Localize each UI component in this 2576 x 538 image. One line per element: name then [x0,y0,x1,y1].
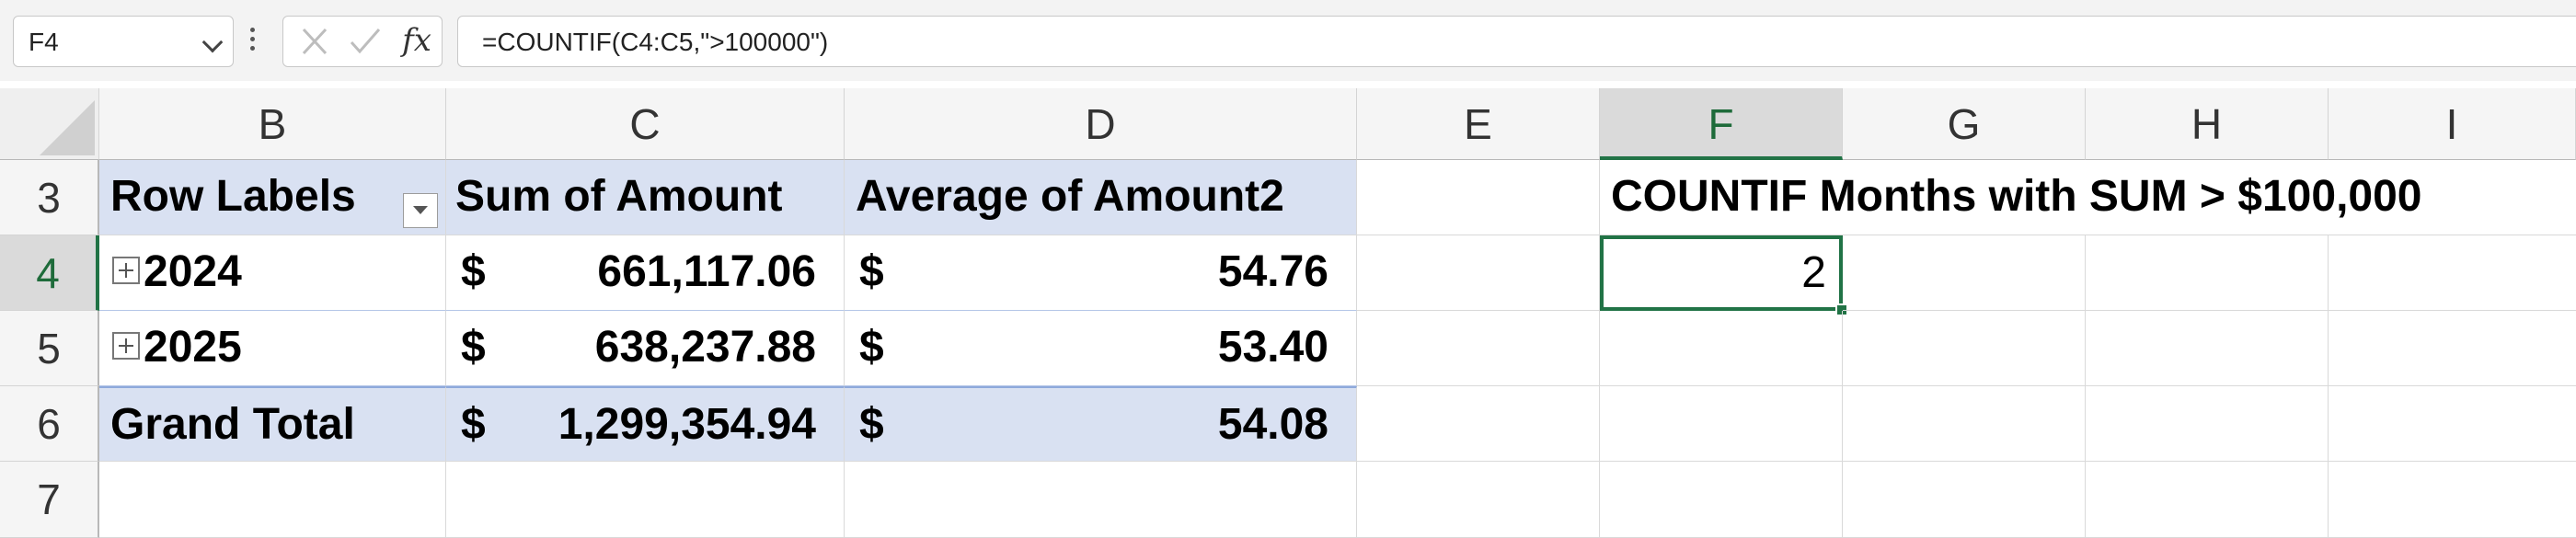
currency-symbol: $ [859,247,884,296]
pivot-avg-2025[interactable]: $ 53.40 [845,311,1357,386]
avg-value: 53.40 [1217,323,1328,372]
active-cell-f4[interactable]: 2 [1600,235,1843,311]
grid-cell[interactable] [1357,160,1600,235]
column-header-g[interactable]: G [1843,88,2086,160]
sum-value: 661,117.06 [597,247,816,296]
currency-symbol: $ [461,323,486,372]
grid-cell[interactable] [446,462,845,538]
filter-dropdown-icon[interactable] [403,193,438,228]
pivot-header-avg-amount[interactable]: Average of Amount2 [845,160,1357,235]
grid-cell[interactable] [1600,462,1843,538]
formula-bar: F4 fx =COUNTIF(C4:C5,">100000") [0,0,2576,81]
row-header-3[interactable]: 3 [0,160,99,235]
sum-value: 638,237.88 [594,323,816,372]
column-header-h[interactable]: H [2086,88,2329,160]
countif-label-cell[interactable]: COUNTIF Months with SUM > $100,000 [1600,160,2576,235]
pivot-sum-2024[interactable]: $ 661,117.06 [446,235,845,311]
grid-cell[interactable] [1843,311,2086,386]
pivot-grand-total-label[interactable]: Grand Total [99,386,446,462]
pivot-row-label-2025[interactable]: 2025 [99,311,446,386]
sum-value: 1,299,354.94 [558,400,816,449]
expand-icon[interactable] [112,332,140,361]
row-labels-text: Row Labels [110,172,356,221]
currency-symbol: $ [461,400,486,449]
pivot-row-label-2024[interactable]: 2024 [99,235,446,311]
grid-cell[interactable] [1357,235,1600,311]
chevron-down-icon[interactable] [201,31,224,53]
column-header-b[interactable]: B [99,88,446,160]
grid-cell[interactable] [2329,386,2576,462]
row-label-text: 2024 [144,247,242,296]
currency-symbol: $ [859,323,884,372]
column-header-f[interactable]: F [1600,88,1843,160]
grid-cell[interactable] [1357,462,1600,538]
pivot-header-sum-amount[interactable]: Sum of Amount [446,160,845,235]
pivot-sum-2025[interactable]: $ 638,237.88 [446,311,845,386]
enter-check-icon[interactable] [346,17,383,66]
avg-value: 54.08 [1217,400,1328,449]
grid-cell[interactable] [2086,311,2329,386]
grid-cell[interactable] [1843,386,2086,462]
grid-cell[interactable] [845,462,1357,538]
grid-cell[interactable] [1600,386,1843,462]
pivot-grand-total-avg[interactable]: $ 54.08 [845,386,1357,462]
grid-cell[interactable] [2086,235,2329,311]
column-header-c[interactable]: C [446,88,845,160]
grid-cell[interactable] [1600,311,1843,386]
pivot-header-row-labels[interactable]: Row Labels [99,160,446,235]
currency-symbol: $ [859,400,884,449]
formula-text: =COUNTIF(C4:C5,">100000") [482,28,829,56]
row-header-6[interactable]: 6 [0,386,99,462]
name-box[interactable]: F4 [13,16,234,67]
row-label-text: 2025 [144,323,242,372]
grid-cell[interactable] [2329,311,2576,386]
grid-cell[interactable] [1357,311,1600,386]
row-header-4[interactable]: 4 [0,235,99,311]
more-options-icon[interactable] [250,28,256,55]
name-box-value: F4 [29,28,59,56]
grid-cell[interactable] [99,462,446,538]
grid-cell[interactable] [1843,462,2086,538]
select-all-icon [40,100,95,155]
column-header-e[interactable]: E [1357,88,1600,160]
grid-cell[interactable] [2086,462,2329,538]
avg-value: 54.76 [1217,247,1328,296]
grid-cell[interactable] [1843,235,2086,311]
row-header-5[interactable]: 5 [0,311,99,386]
select-all-button[interactable] [0,88,99,160]
pivot-avg-2024[interactable]: $ 54.76 [845,235,1357,311]
formula-input[interactable]: =COUNTIF(C4:C5,">100000") [457,16,2576,67]
grid-cell[interactable] [1357,386,1600,462]
formula-buttons: fx [282,16,443,67]
column-header-i[interactable]: I [2329,88,2576,160]
pivot-grand-total-sum[interactable]: $ 1,299,354.94 [446,386,845,462]
grid-cell[interactable] [2086,386,2329,462]
currency-symbol: $ [461,247,486,296]
grid-cell[interactable] [2329,462,2576,538]
expand-icon[interactable] [112,257,140,285]
column-header-d[interactable]: D [845,88,1357,160]
cancel-icon[interactable] [296,17,333,66]
row-header-7[interactable]: 7 [0,462,99,538]
insert-function-button[interactable]: fx [394,17,440,66]
grid-cell[interactable] [2329,235,2576,311]
